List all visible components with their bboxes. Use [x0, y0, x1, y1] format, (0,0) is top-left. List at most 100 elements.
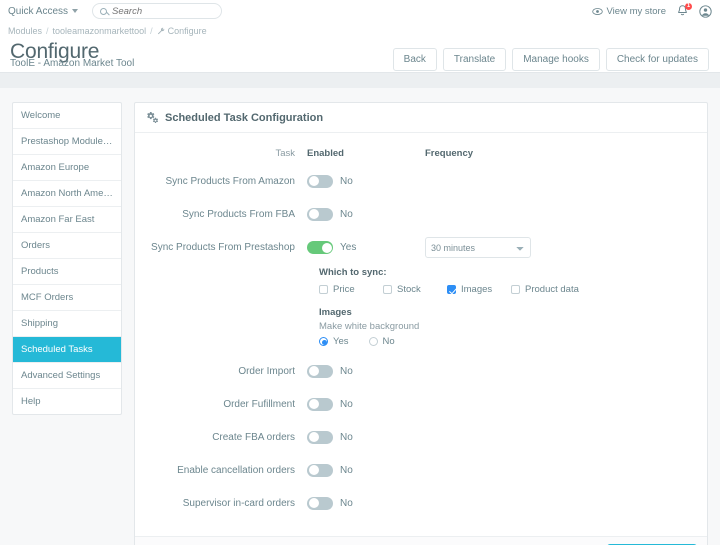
images-title: Images: [319, 307, 352, 318]
translate-button[interactable]: Translate: [442, 48, 507, 71]
task-label-sync-products-from-prestashop: Sync Products From Prestashop: [151, 242, 295, 253]
table-row: Sync Products From Amazon No: [147, 171, 695, 191]
table-row: Sync Products From Prestashop Yes 30 min…: [147, 237, 695, 258]
sidebar-item-help[interactable]: Help: [13, 389, 121, 414]
breadcrumb: Modules / tooleamazonmarkettool / Config…: [8, 24, 712, 38]
checkbox-label: Images: [461, 284, 493, 295]
table-row: Sync Products From FBA No: [147, 204, 695, 224]
panel-title: Scheduled Task Configuration: [165, 111, 324, 124]
checkbox-box[interactable]: [383, 285, 392, 294]
title-block: Configure ToolE - Amazon Market Tool: [8, 41, 134, 70]
checkbox-price[interactable]: Price: [319, 284, 383, 295]
toggle-state-label: No: [340, 497, 353, 509]
frequency-select[interactable]: 30 minutes: [425, 237, 531, 258]
view-my-store-link[interactable]: View my store: [591, 6, 666, 17]
page-header: Modules / tooleamazonmarkettool / Config…: [0, 22, 720, 72]
top-bar-right: View my store 1: [591, 0, 712, 22]
quick-access-menu[interactable]: Quick Access: [8, 6, 79, 17]
column-header-task: Task: [275, 147, 295, 159]
manage-hooks-button[interactable]: Manage hooks: [512, 48, 600, 71]
title-row: Configure ToolE - Amazon Market Tool Bac…: [8, 38, 712, 72]
module-sidebar: Welcome Prestashop Module Subscri... Ama…: [12, 102, 122, 415]
back-button[interactable]: Back: [392, 48, 437, 71]
toggle-enable-cancellation-orders[interactable]: [307, 463, 333, 477]
notifications-button[interactable]: 1: [676, 3, 692, 18]
toggle-state-label: No: [340, 431, 353, 443]
toggle-order-fufillment[interactable]: [307, 397, 333, 411]
radio-white-background-no[interactable]: No: [368, 336, 395, 347]
toggle-sync-products-from-fba[interactable]: [307, 207, 333, 221]
panel-body: Task Enabled Frequency Sync Products Fro…: [135, 133, 707, 536]
table-row: Order Import No: [147, 361, 695, 381]
breadcrumb-root[interactable]: Modules: [8, 26, 42, 36]
sidebar-item-welcome[interactable]: Welcome: [13, 103, 121, 129]
column-header-frequency: Frequency: [425, 147, 474, 159]
sidebar-item-products[interactable]: Products: [13, 259, 121, 285]
top-bar: Quick Access View my store 1: [0, 0, 720, 22]
column-header-enabled: Enabled: [307, 147, 344, 159]
avatar[interactable]: [699, 4, 712, 18]
radio-label: No: [382, 336, 395, 347]
scheduled-task-panel: Scheduled Task Configuration Task Enable…: [134, 102, 708, 545]
sidebar-item-advanced-settings[interactable]: Advanced Settings: [13, 363, 121, 389]
column-headers: Task Enabled Frequency: [147, 147, 695, 159]
images-subtitle: Make white background: [319, 321, 420, 332]
breadcrumb-current-label: Configure: [167, 26, 207, 36]
task-label-order-fufillment: Order Fufillment: [223, 398, 295, 410]
toggle-order-import[interactable]: [307, 364, 333, 378]
breadcrumb-separator: /: [150, 26, 153, 36]
search-input[interactable]: [112, 5, 215, 17]
content-area: Welcome Prestashop Module Subscri... Ama…: [0, 88, 720, 545]
sidebar-item-amazon-north-america[interactable]: Amazon North America: [13, 181, 121, 207]
sidebar-item-scheduled-tasks[interactable]: Scheduled Tasks: [13, 337, 121, 363]
checkbox-label: Price: [333, 284, 355, 295]
search-box[interactable]: [92, 3, 223, 19]
sidebar-item-shipping[interactable]: Shipping: [13, 311, 121, 337]
header-actions: Back Translate Manage hooks Check for up…: [392, 42, 712, 71]
checkbox-product-data[interactable]: Product data: [511, 284, 579, 295]
task-label-create-fba-orders: Create FBA orders: [212, 431, 295, 443]
toggle-supervisor-in-card-orders[interactable]: [307, 496, 333, 510]
checkbox-stock[interactable]: Stock: [383, 284, 447, 295]
checkbox-images[interactable]: Images: [447, 284, 511, 295]
task-label-sync-products-from-amazon: Sync Products From Amazon: [165, 175, 296, 187]
task-label-supervisor-in-card-orders: Supervisor in-card orders: [182, 497, 295, 509]
sidebar-item-amazon-europe[interactable]: Amazon Europe: [13, 155, 121, 181]
panel-header: Scheduled Task Configuration: [135, 103, 707, 133]
toggle-sync-products-from-amazon[interactable]: [307, 174, 333, 188]
radio-label: Yes: [333, 336, 349, 347]
search-icon: [100, 7, 108, 15]
sidebar-item-amazon-far-east[interactable]: Amazon Far East: [13, 207, 121, 233]
breadcrumb-current: Configure: [157, 26, 207, 36]
wrench-icon: [157, 27, 164, 35]
radio-box[interactable]: [368, 337, 378, 346]
breadcrumb-module[interactable]: tooleamazonmarkettool: [53, 26, 147, 36]
checkbox-label: Product data: [525, 284, 579, 295]
toggle-state-label: No: [340, 208, 353, 220]
breadcrumb-separator: /: [46, 26, 49, 36]
task-label-sync-products-from-fba: Sync Products From FBA: [182, 208, 295, 220]
task-label-order-import: Order Import: [238, 365, 295, 377]
sidebar-item-mcf-orders[interactable]: MCF Orders: [13, 285, 121, 311]
toggle-sync-products-from-prestashop[interactable]: [307, 241, 333, 254]
table-row: Order Fufillment No: [147, 394, 695, 414]
table-row: Enable cancellation orders No: [147, 460, 695, 480]
notification-badge: 1: [685, 3, 692, 10]
check-for-updates-button[interactable]: Check for updates: [605, 48, 709, 71]
checkbox-box[interactable]: [447, 285, 456, 294]
table-row: Supervisor in-card orders No: [147, 493, 695, 513]
radio-box[interactable]: [319, 337, 328, 346]
task-label-enable-cancellation-orders: Enable cancellation orders: [177, 464, 295, 476]
toggle-create-fba-orders[interactable]: [307, 430, 333, 444]
which-to-sync-options: Price Stock Images Product data: [319, 284, 695, 295]
toggle-state-label: No: [340, 175, 353, 187]
radio-white-background-yes[interactable]: Yes: [319, 336, 349, 347]
checkbox-box[interactable]: [511, 285, 520, 294]
checkbox-label: Stock: [397, 284, 421, 295]
images-block: Images Make white background Yes No: [319, 307, 695, 347]
sidebar-item-orders[interactable]: Orders: [13, 233, 121, 259]
white-background-radio-group: Yes No: [319, 336, 695, 347]
sidebar-item-prestashop-module-subscription[interactable]: Prestashop Module Subscri...: [13, 129, 121, 155]
toggle-state-label: No: [340, 365, 353, 377]
checkbox-box[interactable]: [319, 285, 328, 294]
